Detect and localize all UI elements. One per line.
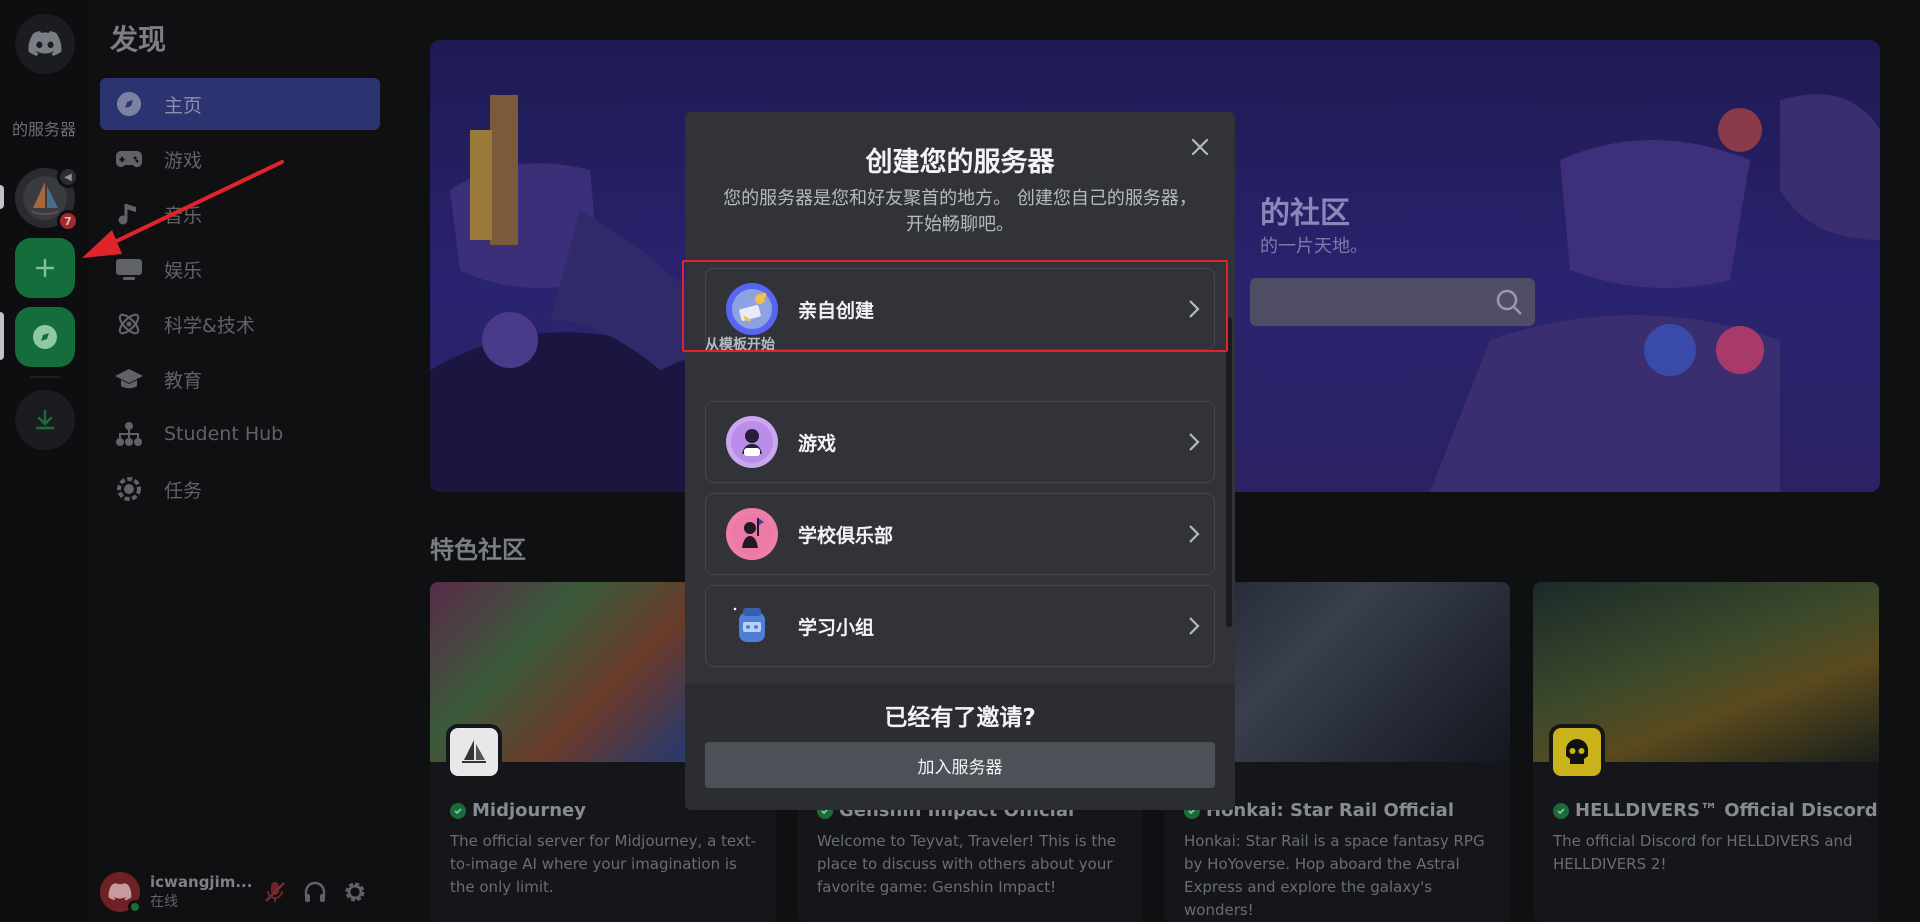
template-option-gaming[interactable]: 游戏 [705, 401, 1215, 483]
sidebar-item-label: 任务 [164, 479, 203, 502]
card-title: Midjourney [450, 800, 586, 821]
school-club-template-icon [726, 508, 778, 560]
card-description: The official Discord for HELLDIVERS and … [1553, 832, 1853, 873]
join-server-button[interactable]: 加入服务器 [705, 742, 1215, 788]
template-option-school-club[interactable]: 学校俱乐部 [705, 493, 1215, 575]
chevron-right-icon [1174, 616, 1214, 636]
chevron-right-icon [1174, 524, 1214, 544]
sidebar-item-label: 教育 [164, 369, 203, 392]
modal-title: 创建您的服务器 [865, 147, 1055, 178]
sidebar-item-label: 音乐 [164, 204, 203, 227]
quest-icon [114, 474, 144, 504]
plus-icon [35, 258, 55, 278]
headphones-icon [304, 881, 326, 902]
discord-logo-icon [28, 31, 62, 56]
sidebar-item-home[interactable]: 主页 [100, 78, 380, 130]
gear-icon [345, 882, 365, 902]
sailboat-icon [462, 740, 486, 763]
option-label: 学习小组 [798, 616, 875, 639]
selected-indicator [0, 312, 4, 360]
template-option-study-group[interactable]: 学习小组 [705, 585, 1215, 667]
search-icon [1496, 289, 1522, 315]
graduation-cap-icon [114, 364, 144, 394]
explore-servers-button[interactable] [15, 307, 75, 367]
sidebar-item-label: 主页 [164, 94, 203, 117]
sidebar-item-gaming[interactable]: 游戏 [100, 133, 380, 185]
discover-sidebar: 发现 主页 游戏 音乐 娱乐 科学&技术 教育 Student Hub 任务 [88, 0, 390, 922]
create-server-modal: 创建您的服务器 您的服务器是您和好友聚首的地方。 创建您自己的服务器，开始畅聊吧… [685, 112, 1235, 810]
card-name-text: Honkai: Star Rail Official [1206, 800, 1455, 821]
server-icon [1549, 724, 1605, 780]
study-group-template-icon [726, 600, 778, 652]
avatar[interactable] [100, 872, 142, 914]
microphone-muted-icon [265, 882, 285, 902]
chevron-right-icon [1174, 432, 1214, 452]
add-server-button[interactable] [15, 238, 75, 298]
featured-section-title: 特色社区 [430, 536, 526, 564]
mute-microphone-button[interactable] [255, 872, 295, 912]
verified-icon [450, 802, 466, 819]
card-title: HELLDIVERS™ Official Discord [1553, 800, 1878, 821]
user-status-text: 在线 [150, 894, 178, 910]
hub-icon [114, 419, 144, 449]
server-icon [446, 724, 502, 780]
mention-badge: 7 [57, 210, 79, 232]
sidebar-item-label: 娱乐 [164, 259, 203, 282]
music-note-icon [114, 199, 144, 229]
user-info[interactable]: icwangjim... 在线 [150, 873, 255, 911]
compass-icon [114, 89, 144, 119]
modal-footer: 已经有了邀请? 加入服务器 [685, 684, 1235, 810]
server-name-text[interactable]: 的服务器 [0, 100, 88, 156]
sidebar-item-music[interactable]: 音乐 [100, 188, 380, 240]
gamepad-icon [114, 144, 144, 174]
modal-subtitle: 您的服务器是您和好友聚首的地方。 创建您自己的服务器，开始畅聊吧。 [723, 188, 1197, 235]
server-rail: 的服务器 ◀ 7 [0, 0, 88, 922]
hero-title: 的社区 [1260, 196, 1350, 231]
gaming-template-icon [726, 416, 778, 468]
hero-subtitle: 的一片天地。 [1260, 236, 1368, 257]
download-apps-button[interactable] [15, 390, 75, 450]
sidebar-item-label: 游戏 [164, 149, 203, 172]
deafen-button[interactable] [295, 872, 335, 912]
modal-scrollbar[interactable] [1226, 317, 1232, 627]
card-name-text: HELLDIVERS™ Official Discord [1575, 800, 1878, 821]
sidebar-item-entertainment[interactable]: 娱乐 [100, 243, 380, 295]
username: icwangjim... [150, 873, 253, 891]
verified-icon [1553, 802, 1569, 819]
card-description: Welcome to Teyvat, Traveler! This is the… [817, 832, 1116, 896]
community-card-helldivers[interactable]: HELLDIVERS™ Official Discord The officia… [1533, 582, 1879, 922]
invite-heading: 已经有了邀请? [884, 705, 1036, 731]
user-settings-button[interactable] [335, 872, 375, 912]
rail-divider [30, 376, 60, 378]
compass-icon [33, 325, 57, 349]
option-label: 学校俱乐部 [798, 524, 894, 547]
option-label: 游戏 [798, 432, 837, 455]
skull-icon [1566, 739, 1588, 764]
card-name-text: Midjourney [472, 800, 586, 821]
sidebar-item-quests[interactable]: 任务 [100, 463, 380, 515]
unread-indicator [0, 185, 4, 209]
atom-icon [114, 309, 144, 339]
card-description: Honkai: Star Rail is a space fantasy RPG… [1184, 832, 1485, 919]
sidebar-item-education[interactable]: 教育 [100, 353, 380, 405]
online-status-dot [128, 900, 142, 914]
sidebar-item-label: 科学&技术 [164, 314, 255, 337]
card-description: The official server for Midjourney, a te… [450, 832, 757, 896]
sidebar-item-student-hub[interactable]: Student Hub [100, 408, 380, 460]
speaker-icon: ◀ [57, 166, 79, 188]
page-title: 发现 [110, 23, 167, 56]
discord-home-button[interactable] [15, 14, 75, 74]
community-search-input[interactable] [1250, 278, 1535, 326]
discord-logo-icon [108, 883, 132, 901]
tv-icon [114, 254, 144, 284]
download-icon [35, 409, 55, 430]
sidebar-item-science-tech[interactable]: 科学&技术 [100, 298, 380, 350]
server-icon-sailboat[interactable]: ◀ 7 [15, 166, 79, 232]
user-panel: icwangjim... 在线 [88, 862, 390, 922]
highlight-box [682, 260, 1228, 352]
sidebar-item-label: Student Hub [164, 423, 284, 445]
